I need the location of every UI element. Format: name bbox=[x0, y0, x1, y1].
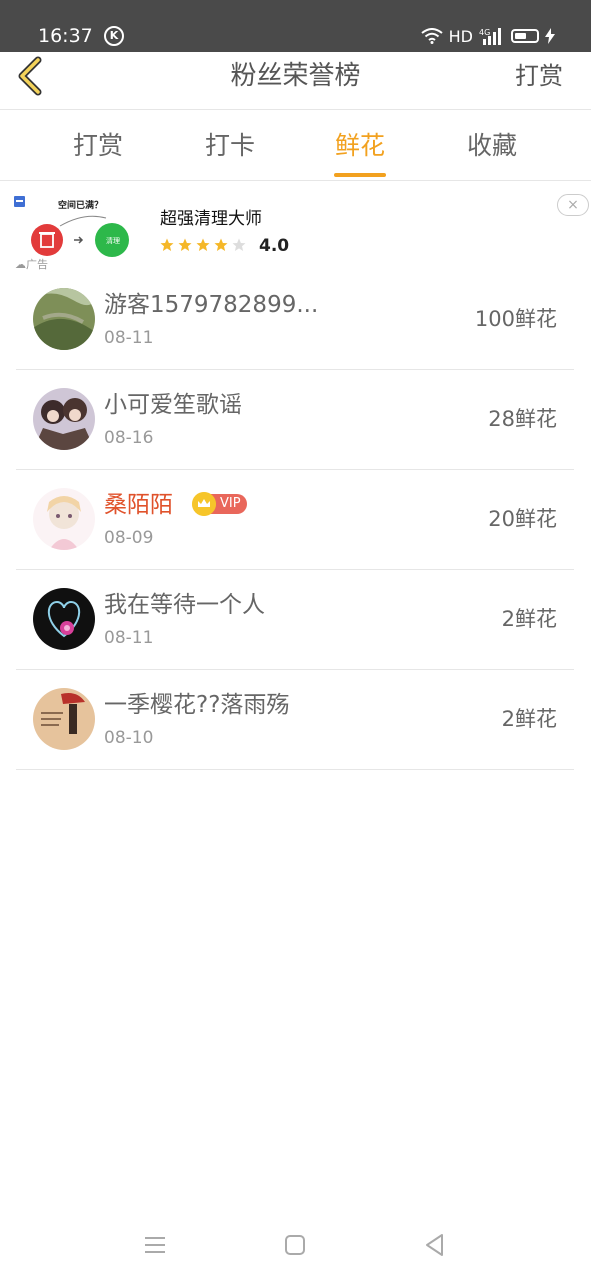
app-header: 粉丝荣誉榜 打赏 bbox=[0, 52, 591, 110]
avatar bbox=[33, 588, 95, 650]
fan-name: 我在等待一个人 bbox=[104, 592, 265, 618]
hd-indicator: HD bbox=[448, 26, 473, 46]
ad-close-button[interactable]: × bbox=[557, 194, 589, 216]
fan-date: 08-09 bbox=[104, 528, 154, 548]
tab-bar: 打赏 打卡 鲜花 收藏 bbox=[0, 111, 591, 181]
flower-count: 28鲜花 bbox=[488, 407, 557, 431]
list-item[interactable]: 一季樱花??落雨殇 08-10 2鲜花 bbox=[16, 670, 574, 770]
avatar bbox=[33, 388, 95, 450]
charging-bolt-icon bbox=[545, 28, 555, 44]
list-item[interactable]: 游客1579782899... 08-11 100鲜花 bbox=[16, 270, 574, 370]
list-item[interactable]: 桑陌陌 VIP 08-09 20鲜花 bbox=[16, 470, 574, 570]
cellular-signal-icon: 4G bbox=[479, 28, 501, 45]
avatar bbox=[33, 288, 95, 350]
flower-count: 100鲜花 bbox=[474, 307, 557, 331]
list-item[interactable]: 小可爱笙歌谣 08-16 28鲜花 bbox=[16, 370, 574, 470]
status-icons: HD 4G bbox=[421, 24, 555, 48]
fan-date: 08-11 bbox=[104, 328, 154, 348]
vip-badge: VIP bbox=[192, 492, 247, 516]
fan-date: 08-16 bbox=[104, 428, 154, 448]
active-tab-indicator bbox=[334, 173, 386, 177]
tab-reward[interactable]: 打赏 bbox=[58, 129, 138, 163]
fan-name: 一季樱花??落雨殇 bbox=[104, 692, 290, 718]
tab-label: 打赏 bbox=[72, 131, 123, 160]
tab-flowers[interactable]: 鲜花 bbox=[320, 129, 400, 177]
battery-icon bbox=[511, 29, 539, 43]
star-filled-icon bbox=[160, 238, 174, 251]
tab-label: 打卡 bbox=[204, 131, 255, 160]
status-bar: 16:37 K HD 4G bbox=[0, 0, 591, 52]
tab-checkin[interactable]: 打卡 bbox=[190, 129, 270, 163]
ad-rating-value: 4.0 bbox=[259, 236, 290, 256]
ad-star-rating bbox=[160, 238, 246, 252]
fan-name: 游客1579782899... bbox=[104, 292, 319, 318]
fan-date: 08-11 bbox=[104, 628, 154, 648]
tab-favorites[interactable]: 收藏 bbox=[452, 129, 532, 163]
ad-illustration-button: 清理 bbox=[106, 236, 120, 245]
flower-count: 20鲜花 bbox=[488, 507, 557, 531]
star-filled-icon bbox=[214, 238, 228, 251]
flower-count: 2鲜花 bbox=[501, 707, 557, 731]
tab-label: 鲜花 bbox=[334, 131, 385, 160]
menu-icon[interactable] bbox=[142, 1232, 168, 1258]
star-filled-icon bbox=[196, 238, 210, 251]
reward-button[interactable]: 打赏 bbox=[515, 58, 563, 94]
list-item[interactable]: 我在等待一个人 08-11 2鲜花 bbox=[16, 570, 574, 670]
k-badge-icon: K bbox=[104, 26, 124, 46]
flower-count: 2鲜花 bbox=[501, 607, 557, 631]
fan-name: 桑陌陌 bbox=[104, 492, 173, 518]
star-filled-icon bbox=[178, 238, 192, 251]
system-navigation-bar bbox=[0, 1212, 591, 1280]
ad-title: 超强清理大师 bbox=[160, 209, 262, 229]
ad-illustration-caption: 空间已满？ bbox=[58, 199, 103, 211]
avatar bbox=[33, 688, 95, 750]
fan-name: 小可爱笙歌谣 bbox=[104, 392, 242, 418]
crown-icon bbox=[192, 492, 216, 516]
status-time: 16:37 bbox=[38, 25, 93, 47]
fan-date: 08-10 bbox=[104, 728, 154, 748]
star-empty-icon bbox=[232, 238, 246, 251]
fan-ranking-list: 游客1579782899... 08-11 100鲜花 小可爱笙歌谣 08-16… bbox=[16, 270, 574, 770]
avatar bbox=[33, 488, 95, 550]
ad-banner[interactable]: 空间已满？ 清理 超强清理大师 4.0 ☁广告 × bbox=[0, 182, 591, 278]
net-4g-label: 4G bbox=[479, 28, 490, 37]
page-title: 粉丝荣誉榜 bbox=[230, 61, 361, 91]
back-triangle-icon[interactable] bbox=[422, 1232, 448, 1258]
home-icon[interactable] bbox=[282, 1232, 308, 1258]
wifi-icon bbox=[421, 28, 443, 44]
tab-label: 收藏 bbox=[466, 131, 517, 160]
